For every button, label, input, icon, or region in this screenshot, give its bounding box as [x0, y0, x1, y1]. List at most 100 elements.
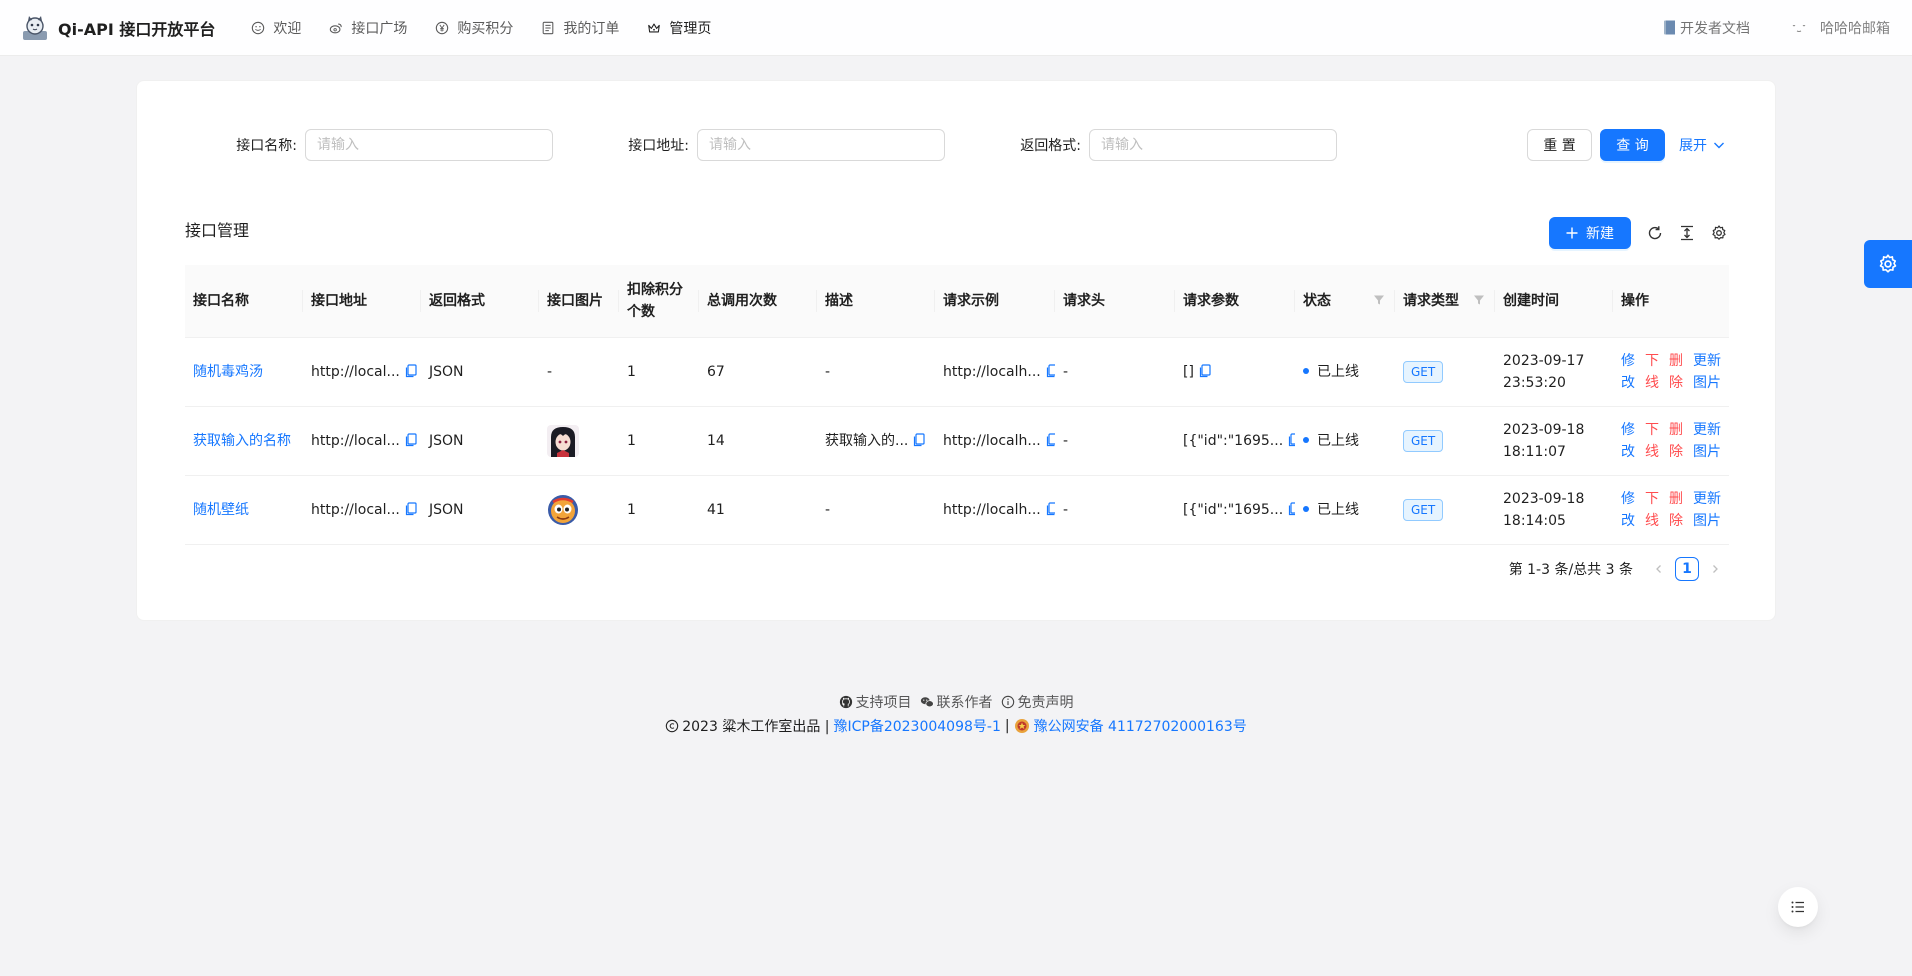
cell-desc: -	[817, 475, 935, 545]
copyright-icon	[666, 719, 679, 733]
nav-label: 管理页	[669, 20, 712, 37]
copy-icon[interactable]	[1198, 363, 1212, 378]
return-format-label: 返回格式:	[1020, 138, 1081, 154]
brand-title: Qi-API 接口开放平台	[58, 19, 216, 39]
new-button[interactable]: 新建	[1549, 217, 1631, 249]
cell-points: 1	[619, 406, 699, 476]
edit-action[interactable]: 修改	[1621, 350, 1635, 394]
weibo-icon	[330, 23, 343, 33]
column-height-icon[interactable]	[1679, 225, 1695, 241]
api-url-input[interactable]	[697, 129, 945, 161]
setting-drawer-button[interactable]	[1864, 240, 1912, 288]
pagination-total: 第 1-3 条/总共 3 条	[1508, 562, 1633, 578]
api-name-link[interactable]: 随机壁纸	[193, 502, 249, 518]
delete-action[interactable]: 删除	[1669, 419, 1683, 463]
update-image-action[interactable]: 更新 图片	[1693, 488, 1721, 532]
book-icon	[1664, 20, 1675, 35]
copy-icon[interactable]	[404, 501, 418, 516]
cell-params: []	[1175, 337, 1295, 407]
cell-url: http://local...	[303, 475, 421, 545]
delete-action[interactable]: 删除	[1669, 488, 1683, 532]
copy-icon[interactable]	[912, 432, 926, 447]
search-actions: 重 置 查 询 展开	[1527, 129, 1725, 161]
next-page-button[interactable]	[1703, 557, 1727, 581]
page-1[interactable]: 1	[1675, 557, 1699, 581]
edit-action[interactable]: 修改	[1621, 488, 1635, 532]
nav-item-admin[interactable]: 管理页	[633, 0, 725, 56]
expand-label: 展开	[1679, 138, 1707, 154]
cell-status: 已上线	[1295, 475, 1395, 545]
cell-example: http://localh...	[935, 406, 1055, 476]
info-circle-icon	[1001, 695, 1014, 709]
offline-action[interactable]: 下线	[1645, 350, 1659, 394]
query-button[interactable]: 查 询	[1600, 129, 1665, 161]
return-format-input[interactable]	[1089, 129, 1337, 161]
icp-link[interactable]: 豫ICP备2023004098号-1	[833, 716, 1000, 736]
nav-item-buy-points[interactable]: 购买积分	[421, 0, 527, 56]
cell-desc: 获取输入的...	[817, 406, 935, 476]
column-header: 创建时间	[1495, 265, 1613, 338]
reset-button[interactable]: 重 置	[1527, 129, 1592, 161]
nav-item-api-square[interactable]: 接口广场	[315, 0, 421, 56]
copy-icon[interactable]	[1045, 501, 1055, 516]
cell-format: JSON	[421, 337, 539, 407]
footer-separator: |	[1004, 718, 1010, 734]
table-row: 获取输入的名称 http://local... JSON 1 14 获取输入的... htt…	[185, 406, 1729, 476]
cell-method: GET	[1395, 337, 1495, 407]
footer-link-contact[interactable]: 联系作者	[920, 692, 993, 712]
expand-toggle[interactable]: 展开	[1679, 135, 1725, 155]
api-name-link[interactable]: 获取输入的名称	[193, 433, 291, 449]
wechat-icon	[920, 697, 934, 708]
setting-icon[interactable]	[1711, 225, 1727, 241]
api-image-thumbnail[interactable]	[547, 424, 579, 457]
username: 哈哈哈邮箱	[1820, 20, 1890, 37]
cell-calls: 14	[699, 406, 817, 476]
column-header: 描述	[817, 265, 935, 338]
method-tag: GET	[1403, 360, 1444, 383]
delete-action[interactable]: 删除	[1669, 350, 1683, 394]
cell-status: 已上线	[1295, 337, 1395, 407]
offline-action[interactable]: 下线	[1645, 488, 1659, 532]
cell-example: http://localh...	[935, 475, 1055, 545]
developer-docs-link[interactable]: 开发者文档	[1663, 18, 1750, 38]
cell-params: [{"id":"1695...	[1175, 475, 1295, 545]
offline-action[interactable]: 下线	[1645, 419, 1659, 463]
footer-links: 支持项目 联系作者 免责声明	[0, 692, 1912, 712]
field-return-format: 返回格式:	[1011, 129, 1337, 161]
plus-icon	[1566, 227, 1578, 239]
filter-icon[interactable]	[1473, 294, 1485, 306]
chevron-right-icon	[1713, 565, 1718, 573]
float-menu-button[interactable]	[1778, 887, 1818, 927]
column-header-status: 状态	[1295, 265, 1395, 338]
filter-icon[interactable]	[1373, 294, 1385, 306]
edit-action[interactable]: 修改	[1621, 419, 1635, 463]
cell-calls: 41	[699, 475, 817, 545]
field-api-url: 接口地址:	[619, 129, 945, 161]
copy-icon[interactable]	[404, 363, 418, 378]
footer-link-support[interactable]: 支持项目	[839, 692, 912, 712]
cell-headers: -	[1055, 337, 1175, 407]
api-name-input[interactable]	[305, 129, 553, 161]
copy-icon[interactable]	[1045, 432, 1055, 447]
copy-icon[interactable]	[1045, 363, 1055, 378]
copy-icon[interactable]	[404, 432, 418, 447]
cell-actions: 修改下线删除更新 图片	[1613, 337, 1729, 407]
nav-item-my-orders[interactable]: 我的订单	[527, 0, 633, 56]
cell-name: 随机壁纸	[185, 475, 303, 545]
cell-method: GET	[1395, 406, 1495, 476]
cell-url: http://local...	[303, 406, 421, 476]
update-image-action[interactable]: 更新 图片	[1693, 350, 1721, 394]
nav-label: 接口广场	[351, 20, 408, 37]
police-record-link[interactable]: 豫公网安备 41172702000163号	[1034, 716, 1247, 736]
prev-page-button[interactable]	[1647, 557, 1671, 581]
api-image-thumbnail[interactable]	[547, 494, 579, 526]
logo[interactable]: Qi-API 接口开放平台	[20, 13, 215, 43]
update-image-action[interactable]: 更新 图片	[1693, 419, 1721, 463]
nav-item-welcome[interactable]: 欢迎	[237, 0, 315, 56]
copy-icon[interactable]	[1287, 432, 1295, 447]
reload-icon[interactable]	[1647, 225, 1663, 241]
footer-link-disclaimer[interactable]: 免责声明	[1001, 692, 1074, 712]
copy-icon[interactable]	[1287, 501, 1295, 516]
api-name-link[interactable]: 随机毒鸡汤	[193, 364, 263, 380]
user-menu[interactable]: 哈哈哈邮箱	[1790, 18, 1890, 38]
